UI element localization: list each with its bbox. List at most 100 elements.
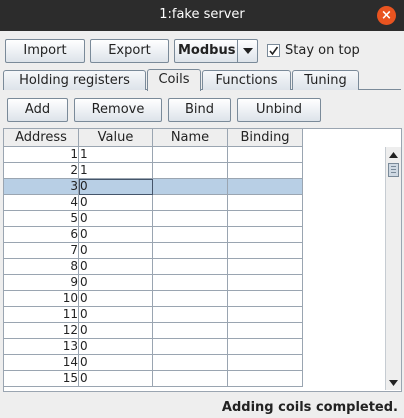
binding-cell[interactable] bbox=[228, 259, 303, 275]
table-row[interactable]: 10 0 bbox=[4, 291, 304, 307]
name-cell[interactable] bbox=[153, 323, 228, 339]
binding-cell[interactable] bbox=[228, 195, 303, 211]
table-row[interactable]: 15 0 bbox=[4, 371, 304, 387]
value-cell[interactable]: 1 bbox=[79, 163, 153, 179]
table-row[interactable]: 70 bbox=[4, 243, 304, 259]
value-cell[interactable]: 0 bbox=[79, 227, 153, 243]
protocol-select[interactable]: Modbus bbox=[174, 39, 258, 63]
name-cell[interactable] bbox=[153, 355, 228, 371]
protocol-value: Modbus bbox=[178, 43, 236, 58]
address-cell[interactable]: 6 bbox=[4, 227, 79, 243]
binding-cell[interactable] bbox=[228, 243, 303, 259]
value-cell[interactable]: 0 bbox=[79, 211, 153, 227]
binding-cell[interactable] bbox=[228, 339, 303, 355]
vertical-scrollbar[interactable] bbox=[385, 147, 401, 390]
address-cell[interactable]: 15 bbox=[4, 371, 79, 387]
address-cell[interactable]: 10 bbox=[4, 291, 79, 307]
tab-coils[interactable]: Coils bbox=[147, 69, 201, 91]
value-cell[interactable]: 0 bbox=[79, 339, 153, 355]
table-row[interactable]: 12 0 bbox=[4, 323, 304, 339]
import-button[interactable]: Import bbox=[5, 39, 85, 63]
address-cell[interactable]: 12 bbox=[4, 323, 79, 339]
name-cell[interactable] bbox=[153, 307, 228, 323]
value-cell[interactable]: 0 bbox=[79, 179, 153, 195]
address-cell[interactable]: 1 bbox=[4, 147, 79, 163]
column-header-name[interactable]: Name bbox=[153, 129, 228, 147]
tab-holding-registers[interactable]: Holding registers bbox=[3, 70, 146, 90]
table-row[interactable]: 60 bbox=[4, 227, 304, 243]
address-cell[interactable]: 8 bbox=[4, 259, 79, 275]
address-cell[interactable]: 13 bbox=[4, 339, 79, 355]
tab-functions[interactable]: Functions bbox=[202, 70, 291, 90]
address-cell[interactable]: 14 bbox=[4, 355, 79, 371]
scroll-up-icon[interactable] bbox=[386, 147, 401, 162]
value-cell[interactable]: 0 bbox=[79, 275, 153, 291]
address-cell[interactable]: 11 bbox=[4, 307, 79, 323]
table-row[interactable]: 11 0 bbox=[4, 307, 304, 323]
column-header-binding[interactable]: Binding bbox=[228, 129, 303, 147]
binding-cell[interactable] bbox=[228, 291, 303, 307]
table-row[interactable]: 90 bbox=[4, 275, 304, 291]
name-cell[interactable] bbox=[153, 163, 228, 179]
address-cell[interactable]: 3 bbox=[4, 179, 79, 195]
binding-cell[interactable] bbox=[228, 355, 303, 371]
binding-cell[interactable] bbox=[228, 179, 303, 195]
name-cell[interactable] bbox=[153, 259, 228, 275]
table-row[interactable]: 11 bbox=[4, 147, 304, 163]
address-cell[interactable]: 9 bbox=[4, 275, 79, 291]
address-cell[interactable]: 4 bbox=[4, 195, 79, 211]
value-cell[interactable]: 0 bbox=[79, 307, 153, 323]
address-cell[interactable]: 5 bbox=[4, 211, 79, 227]
table-row[interactable]: 30 bbox=[4, 179, 304, 195]
stay-on-top-checkbox[interactable] bbox=[267, 44, 280, 57]
scrollbar-thumb[interactable] bbox=[388, 163, 399, 177]
value-cell[interactable]: 0 bbox=[79, 259, 153, 275]
coils-table: Address Value Name Binding 1121304050607… bbox=[3, 128, 402, 392]
name-cell[interactable] bbox=[153, 371, 228, 387]
column-header-address[interactable]: Address bbox=[4, 129, 79, 147]
name-cell[interactable] bbox=[153, 243, 228, 259]
binding-cell[interactable] bbox=[228, 227, 303, 243]
table-row[interactable]: 14 0 bbox=[4, 355, 304, 371]
bind-button[interactable]: Bind bbox=[168, 98, 231, 122]
address-cell[interactable]: 7 bbox=[4, 243, 79, 259]
name-cell[interactable] bbox=[153, 339, 228, 355]
binding-cell[interactable] bbox=[228, 371, 303, 387]
table-row[interactable]: 40 bbox=[4, 195, 304, 211]
column-header-value[interactable]: Value bbox=[79, 129, 153, 147]
name-cell[interactable] bbox=[153, 211, 228, 227]
tab-tuning[interactable]: Tuning bbox=[292, 70, 359, 90]
binding-cell[interactable] bbox=[228, 275, 303, 291]
unbind-button[interactable]: Unbind bbox=[237, 98, 321, 122]
value-cell[interactable]: 1 bbox=[79, 147, 153, 163]
binding-cell[interactable] bbox=[228, 323, 303, 339]
value-cell[interactable]: 0 bbox=[79, 371, 153, 387]
value-cell[interactable]: 0 bbox=[79, 243, 153, 259]
value-cell[interactable]: 0 bbox=[79, 323, 153, 339]
add-button[interactable]: Add bbox=[7, 98, 68, 122]
scroll-down-icon[interactable] bbox=[386, 375, 401, 390]
table-row[interactable]: 50 bbox=[4, 211, 304, 227]
binding-cell[interactable] bbox=[228, 307, 303, 323]
table-row[interactable]: 80 bbox=[4, 259, 304, 275]
name-cell[interactable] bbox=[153, 227, 228, 243]
table-row[interactable]: 13 0 bbox=[4, 339, 304, 355]
value-cell[interactable]: 0 bbox=[79, 291, 153, 307]
binding-cell[interactable] bbox=[228, 163, 303, 179]
name-cell[interactable] bbox=[153, 291, 228, 307]
export-button[interactable]: Export bbox=[90, 39, 169, 63]
name-cell[interactable] bbox=[153, 147, 228, 163]
title-bar: 1:fake server × bbox=[0, 0, 404, 31]
close-icon[interactable]: × bbox=[377, 6, 396, 25]
remove-button[interactable]: Remove bbox=[74, 98, 162, 122]
binding-cell[interactable] bbox=[228, 147, 303, 163]
status-message: Adding coils completed. bbox=[221, 400, 398, 415]
binding-cell[interactable] bbox=[228, 211, 303, 227]
value-cell[interactable]: 0 bbox=[79, 355, 153, 371]
name-cell[interactable] bbox=[153, 275, 228, 291]
address-cell[interactable]: 2 bbox=[4, 163, 79, 179]
name-cell[interactable] bbox=[153, 179, 228, 195]
name-cell[interactable] bbox=[153, 195, 228, 211]
value-cell[interactable]: 0 bbox=[79, 195, 153, 211]
table-row[interactable]: 21 bbox=[4, 163, 304, 179]
